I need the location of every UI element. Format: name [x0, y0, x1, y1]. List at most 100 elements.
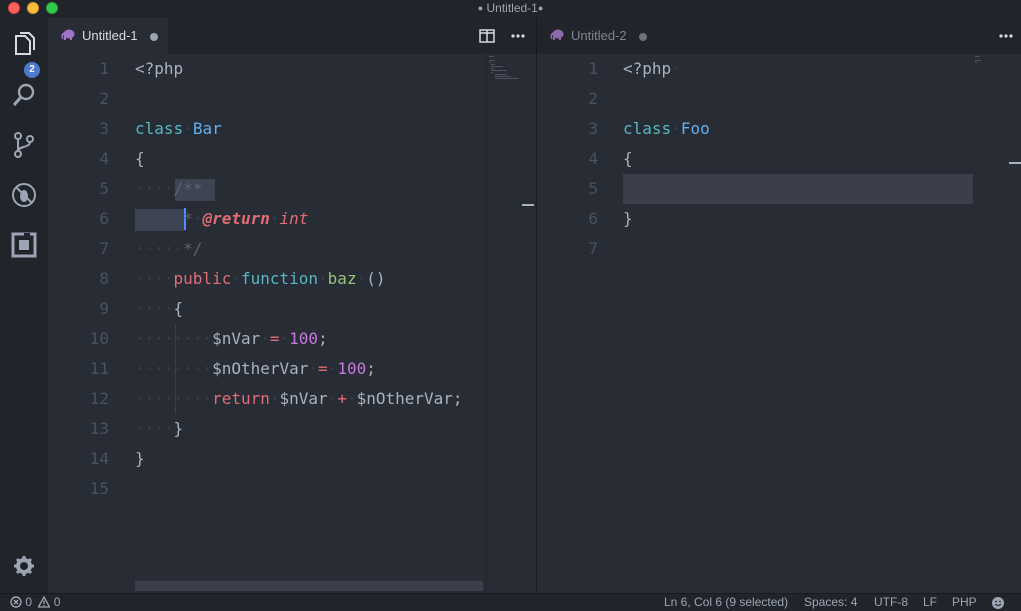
tab-label: Untitled-2	[571, 28, 627, 43]
line-number: 11	[89, 359, 109, 378]
brace: }	[623, 209, 633, 228]
title-bar: ● Untitled-1●	[0, 0, 1021, 18]
window-title: ● Untitled-1●	[0, 1, 1021, 15]
whitespace: ····	[135, 269, 174, 288]
code-line-9: ····{	[135, 294, 183, 324]
operator: =	[269, 329, 280, 348]
line-number: 1	[588, 59, 598, 78]
line-number: 5	[99, 179, 109, 198]
tab-bar: Untitled-1	[48, 18, 536, 54]
brace: {	[623, 149, 633, 168]
code-line-13: ····}	[135, 414, 183, 444]
line-number: 2	[99, 89, 109, 108]
whitespace: ········	[135, 389, 213, 408]
brace: }	[173, 419, 184, 438]
window-title-text: Untitled-1	[486, 1, 538, 15]
code-line-14: }	[135, 444, 145, 474]
extensions-icon[interactable]	[9, 230, 39, 260]
parens: ()	[366, 269, 386, 288]
whitespace: ·····	[135, 209, 184, 228]
code-line-7: ·····*/	[135, 234, 202, 264]
keyword: class	[623, 119, 672, 138]
number: 100	[337, 359, 367, 378]
files-icon[interactable]	[9, 30, 39, 60]
whitespace: ·····	[135, 239, 184, 258]
code-line-3: class·Bar	[135, 119, 222, 138]
code-line-6: }	[623, 204, 633, 234]
comment: *	[183, 209, 193, 228]
status-bar: 0 0 Ln 6, Col 6 (9 selected) Spaces: 4 U…	[0, 593, 1021, 611]
whitespace: ····	[135, 299, 174, 318]
keyword: class	[135, 119, 184, 138]
code-line-1: <?php·	[623, 59, 681, 78]
line-number: 14	[89, 449, 109, 468]
code-line-8: ····public·function·baz·()	[135, 269, 386, 288]
class-name: Foo	[680, 119, 710, 138]
comment: /**	[173, 179, 203, 198]
source-control-icon[interactable]	[9, 130, 39, 160]
semicolon: ;	[366, 359, 376, 378]
line-number: 1	[99, 59, 109, 78]
line-number: 10	[89, 329, 109, 348]
language-mode[interactable]: PHP	[952, 595, 977, 609]
problems-indicator[interactable]: 0 0	[10, 595, 60, 609]
variable: $nVar	[212, 329, 261, 348]
indentation[interactable]: Spaces: 4	[804, 595, 857, 609]
dirty-dot-icon[interactable]	[639, 33, 647, 41]
line-number: 6	[588, 209, 598, 228]
debug-icon[interactable]	[9, 180, 39, 210]
cursor-marker	[522, 204, 534, 206]
line-number: 4	[99, 149, 109, 168]
minimap[interactable]	[486, 54, 521, 593]
comment: */	[183, 239, 203, 258]
php-elephant-icon	[550, 29, 564, 40]
editor-group-2: Untitled-2 1 2 3 4 5 6 7 <?php· class·Fo…	[537, 18, 1021, 593]
minimap[interactable]	[973, 54, 1008, 593]
semicolon: ;	[452, 389, 463, 408]
editor-group-1: Untitled-1 1 2 3 4 5 6 7 8 9 10 11 12 13…	[48, 18, 536, 593]
overview-ruler	[1009, 54, 1021, 593]
smiley-icon[interactable]	[991, 596, 1005, 610]
line-number: 13	[89, 419, 109, 438]
settings-gear-icon[interactable]	[9, 551, 39, 581]
cursor-position[interactable]: Ln 6, Col 6 (9 selected)	[664, 595, 788, 609]
line-number: 12	[89, 389, 109, 408]
semicolon: ;	[318, 329, 328, 348]
doc-type: int	[279, 209, 309, 228]
code-line-11: ········$nOtherVar·=·100;	[135, 359, 376, 378]
whitespace: ········	[135, 329, 213, 348]
code-line-5: ····	[623, 174, 662, 204]
cursor-marker	[1009, 162, 1021, 164]
activity-bar: 2	[0, 18, 48, 593]
more-actions-icon[interactable]	[509, 27, 527, 45]
code-line-4: {	[623, 144, 633, 174]
line-number: 3	[99, 119, 109, 138]
brace: {	[135, 149, 145, 168]
function-name: baz	[327, 269, 357, 288]
php-elephant-icon	[61, 29, 75, 40]
tab-label: Untitled-1	[82, 28, 138, 43]
modifier: public	[173, 269, 232, 288]
error-count: 0	[25, 595, 33, 609]
code-line-3: class·Foo	[623, 119, 710, 138]
code-line-4: {	[135, 144, 145, 174]
tab-untitled-1[interactable]: Untitled-1	[48, 18, 168, 54]
code-line-5: ····/**	[135, 174, 202, 204]
tab-untitled-2[interactable]: Untitled-2	[537, 18, 653, 54]
doc-annotation: @return	[202, 209, 270, 228]
end-of-line[interactable]: LF	[923, 595, 937, 609]
encoding[interactable]: UTF-8	[874, 595, 908, 609]
more-actions-icon[interactable]	[997, 27, 1015, 45]
dirty-dot-icon[interactable]	[150, 33, 158, 41]
tab-bar: Untitled-2	[537, 18, 1021, 54]
line-number: 8	[99, 269, 109, 288]
code-line-1: <?php	[135, 54, 183, 84]
code-line-6: ·····*·@return·int	[135, 209, 309, 228]
brace: }	[135, 449, 145, 468]
whitespace: ········	[135, 359, 213, 378]
search-icon[interactable]	[9, 80, 39, 110]
operator: +	[337, 389, 347, 408]
keyword: return	[212, 389, 270, 408]
split-editor-icon[interactable]	[478, 27, 496, 45]
horizontal-scrollbar[interactable]	[135, 581, 483, 591]
